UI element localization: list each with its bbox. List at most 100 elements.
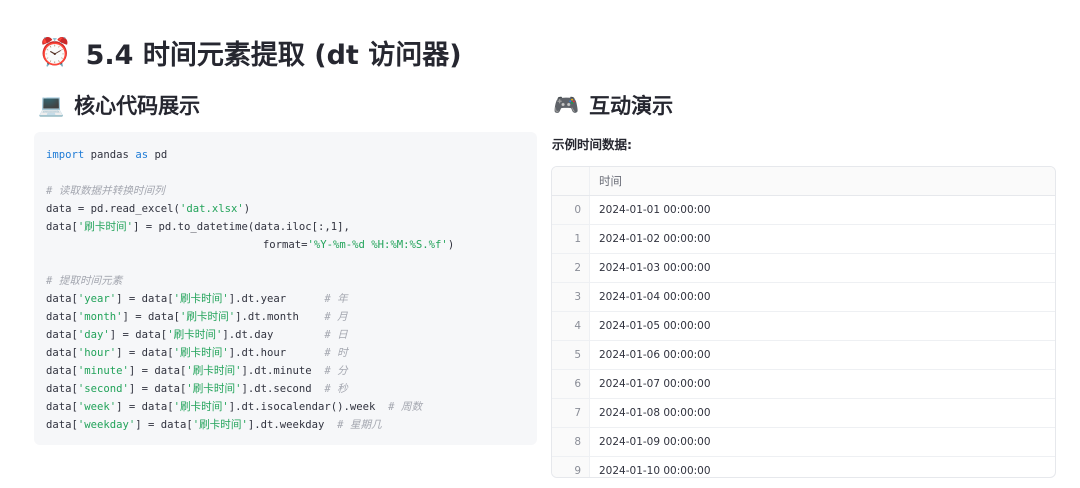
code-section-title-text: 核心代码展示 (74, 94, 201, 118)
code-token: ].dt.weekday (247, 419, 338, 431)
code-token: '刷卡时间' (179, 311, 236, 323)
code-line: data['day'] = data['刷卡时间'].dt.day # 日 (46, 326, 525, 344)
code-token: 'second' (77, 383, 129, 395)
table-row: 3 2024-01-04 00:00:00 (552, 283, 1055, 312)
code-token: '刷卡时间' (186, 365, 242, 377)
code-token: # 提取时间元素 (46, 275, 123, 287)
code-line: data = pd.read_excel('dat.xlsx') (46, 200, 525, 218)
code-line: # 读取数据并转换时间列 (46, 182, 525, 200)
code-line: data['week'] = data['刷卡时间'].dt.isocalend… (46, 398, 525, 416)
table-row: 7 2024-01-08 00:00:00 (552, 399, 1055, 428)
code-token: data[ (46, 365, 78, 377)
table-row: 6 2024-01-07 00:00:00 (552, 370, 1055, 399)
code-content: import pandas as pd # 读取数据并转换时间列 data = pd… (34, 132, 537, 445)
code-token: # 分 (324, 365, 348, 377)
row-index: 9 (552, 457, 590, 477)
time-cell[interactable]: 2024-01-04 00:00:00 (590, 291, 711, 303)
code-token: ] = data[ (135, 419, 193, 431)
time-cell[interactable]: 2024-01-03 00:00:00 (590, 262, 711, 274)
code-token: ] = data[ (116, 401, 174, 413)
code-token: ) (447, 239, 455, 251)
code-line: data['month'] = data['刷卡时间'].dt.month # … (46, 308, 525, 326)
code-token: ) (243, 203, 251, 215)
row-index: 5 (552, 341, 590, 369)
code-token: 'week' (77, 401, 117, 413)
code-token: ] = pd.to_datetime(data.iloc[:,1], (133, 221, 350, 233)
code-token: # 月 (324, 311, 348, 323)
code-token: data[ (46, 293, 78, 305)
code-token: '刷卡时间' (186, 383, 242, 395)
code-line: data['weekday'] = data['刷卡时间'].dt.weekda… (46, 416, 525, 434)
table-row: 1 2024-01-02 00:00:00 (552, 225, 1055, 254)
time-cell[interactable]: 2024-01-07 00:00:00 (590, 378, 711, 390)
code-token: # 周数 (388, 401, 423, 413)
code-token: '刷卡时间' (173, 401, 229, 413)
code-token: ].dt.hour (228, 347, 325, 359)
table-row: 8 2024-01-09 00:00:00 (552, 428, 1055, 457)
code-token: ].dt.minute (241, 365, 325, 377)
code-token: 'day' (77, 329, 110, 341)
code-token: data[ (46, 383, 78, 395)
code-token: '刷卡时间' (77, 221, 134, 233)
column-header-time[interactable]: 时间 (590, 173, 622, 189)
code-token: ].dt.year (228, 293, 325, 305)
code-line: data['hour'] = data['刷卡时间'].dt.hour # 时 (46, 344, 525, 362)
row-index: 4 (552, 312, 590, 340)
code-token: data[ (46, 347, 78, 359)
demo-section-title: 🎮 互动演示 (553, 89, 673, 121)
sample-data-heading: 示例时间数据: (552, 137, 632, 152)
code-token: 'month' (77, 311, 123, 323)
table-row: 2 2024-01-03 00:00:00 (552, 254, 1055, 283)
time-cell[interactable]: 2024-01-06 00:00:00 (590, 349, 711, 361)
code-token: 'minute' (77, 365, 129, 377)
code-token: '刷卡时间' (167, 329, 223, 341)
code-token: ] = data[ (128, 383, 187, 395)
code-token: # 时 (324, 347, 348, 359)
table-row: 5 2024-01-06 00:00:00 (552, 341, 1055, 370)
code-token: data[ (46, 329, 78, 341)
code-line: data['year'] = data['刷卡时间'].dt.year # 年 (46, 290, 525, 308)
time-cell[interactable]: 2024-01-05 00:00:00 (590, 320, 711, 332)
code-token: ].dt.day (222, 329, 325, 341)
code-token: 'year' (77, 293, 117, 305)
code-token: # 星期几 (337, 419, 382, 431)
time-cell[interactable]: 2024-01-02 00:00:00 (590, 233, 711, 245)
laptop-icon: 💻 (38, 92, 65, 117)
code-token: # 年 (324, 293, 348, 305)
row-index: 8 (552, 428, 590, 456)
time-cell[interactable]: 2024-01-01 00:00:00 (590, 204, 711, 216)
code-token: pandas (84, 149, 136, 161)
code-token: 'hour' (77, 347, 117, 359)
page-title-text: 5.4 时间元素提取 (dt 访问器) (85, 39, 462, 71)
code-line: import pandas as pd (46, 146, 525, 164)
time-cell[interactable]: 2024-01-10 00:00:00 (590, 465, 711, 477)
time-cell[interactable]: 2024-01-08 00:00:00 (590, 407, 711, 419)
table-row: 4 2024-01-05 00:00:00 (552, 312, 1055, 341)
code-token: 'dat.xlsx' (179, 203, 244, 215)
time-cell[interactable]: 2024-01-09 00:00:00 (590, 436, 711, 448)
table-row: 9 2024-01-10 00:00:00 (552, 457, 1055, 477)
code-block[interactable]: import pandas as pd # 读取数据并转换时间列 data = pd… (34, 132, 537, 445)
code-token: import (46, 149, 85, 161)
code-token: data[ (46, 401, 78, 413)
code-line: format='%Y-%m-%d %H:%M:%S.%f') (46, 236, 525, 254)
code-token: format= (46, 239, 308, 251)
row-index: 0 (552, 196, 590, 224)
table-row: 0 2024-01-01 00:00:00 (552, 196, 1055, 225)
row-index: 3 (552, 283, 590, 311)
row-index: 2 (552, 254, 590, 282)
code-token: 'weekday' (77, 419, 136, 431)
code-line: data['second'] = data['刷卡时间'].dt.second … (46, 380, 525, 398)
code-token: data[ (46, 419, 78, 431)
code-token: '刷卡时间' (173, 293, 229, 305)
dataframe-table[interactable]: 时间 0 2024-01-01 00:00:00 1 2024-01-02 00:00… (551, 166, 1056, 478)
demo-section-title-text: 互动演示 (589, 94, 674, 118)
code-line: # 提取时间元素 (46, 272, 525, 290)
code-token: ].dt.second (241, 383, 325, 395)
table-header: 时间 (552, 167, 1055, 196)
code-token: # 日 (324, 329, 348, 341)
code-token: ] = data[ (109, 329, 168, 341)
table-body: 0 2024-01-01 00:00:00 1 2024-01-02 00:00:00… (552, 196, 1055, 477)
